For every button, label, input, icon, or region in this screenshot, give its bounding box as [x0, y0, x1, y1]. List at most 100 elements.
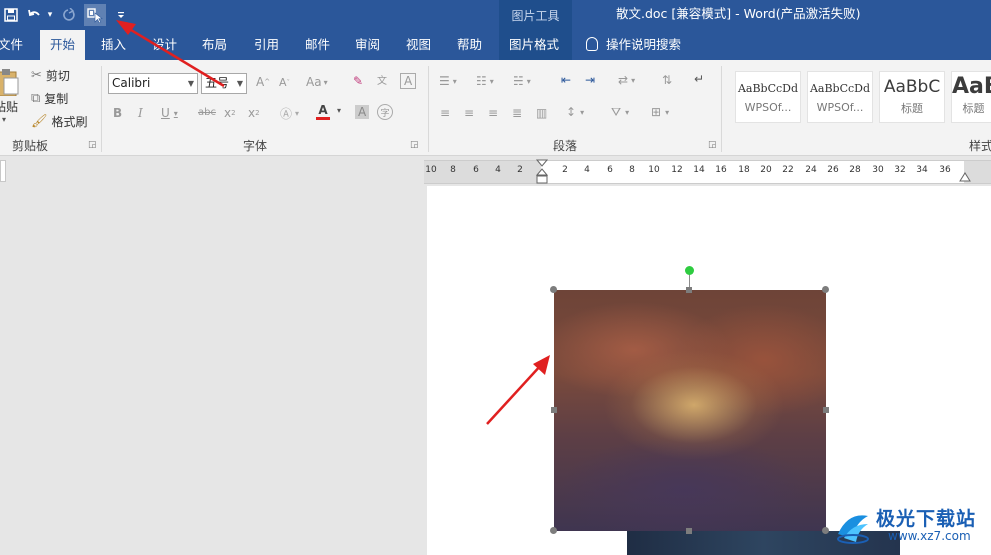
indent-marker-icon[interactable] [536, 159, 548, 185]
resize-handle-right[interactable] [823, 407, 829, 413]
font-launcher-icon[interactable]: ◲ [410, 140, 419, 150]
quick-access-toolbar: ▾ [0, 0, 136, 30]
resize-handle-bottom[interactable] [686, 528, 692, 534]
style-item[interactable]: AaBbCcDd WPSOf... [735, 71, 801, 123]
resize-handle-left[interactable] [551, 407, 557, 413]
font-color-dropdown-icon[interactable]: ▾ [337, 106, 341, 115]
tell-me-search[interactable]: 操作说明搜索 [586, 30, 681, 60]
superscript-icon[interactable]: x2 [248, 106, 260, 120]
tab-design[interactable]: 设计 [152, 30, 177, 60]
tab-home[interactable]: 开始 [40, 30, 86, 61]
title-bar: ▾ 图片工具 散文.doc [兼容模式] - Word(产品激活失败) [0, 0, 991, 30]
tab-layout[interactable]: 布局 [202, 30, 227, 60]
ruler-tick: 8 [450, 165, 456, 175]
chinese-layout-icon[interactable]: ⇄ ▾ [618, 73, 635, 87]
undo-icon[interactable] [26, 4, 42, 26]
align-center-icon[interactable]: ≡ [464, 106, 474, 120]
style-item[interactable]: AaBbCcDd WPSOf... [807, 71, 873, 123]
change-case-icon[interactable]: Aa ▾ [306, 75, 328, 89]
tab-picture-format[interactable]: 图片格式 [499, 30, 572, 60]
character-border-icon[interactable]: A [400, 73, 417, 89]
style-item[interactable]: AaBbC 标题 [879, 71, 945, 123]
cut-label: 剪切 [45, 69, 70, 83]
increase-indent-icon[interactable]: ⇥ [585, 73, 595, 87]
resize-handle-top-right[interactable] [822, 286, 829, 293]
ribbon-tab-bar: 文件 开始 插入 设计 布局 引用 邮件 审阅 视图 帮助 图片格式 操作说明搜… [0, 30, 991, 61]
subscript-icon[interactable]: x2 [224, 106, 236, 120]
decrease-indent-icon[interactable]: ⇤ [561, 73, 571, 87]
tab-review[interactable]: 审阅 [355, 30, 380, 60]
phonetic-guide-icon[interactable]: 文 [377, 72, 387, 87]
style-name: WPSOf... [816, 101, 864, 114]
multilevel-list-icon[interactable]: ☵ ▾ [513, 74, 531, 88]
watermark-brand: 极光下载站 [876, 508, 977, 530]
autumn-leaves-photo[interactable] [554, 290, 826, 531]
resize-handle-bottom-left[interactable] [550, 527, 557, 534]
group-separator [428, 66, 429, 152]
italic-icon[interactable]: I [138, 106, 143, 120]
shrink-font-icon[interactable]: Aˇ [279, 76, 290, 89]
clear-formatting-icon[interactable]: ✎ [353, 74, 363, 88]
ruler-tick: 10 [648, 165, 660, 175]
resize-handle-top-left[interactable] [550, 286, 557, 293]
rotate-handle[interactable] [685, 266, 694, 275]
ruler-tick: 16 [715, 165, 727, 175]
style-preview: AaBbCcDd [809, 82, 871, 95]
redo-icon[interactable] [58, 4, 80, 26]
paste-label: 粘贴 [0, 100, 19, 114]
font-group-label: 字体 [243, 139, 268, 153]
paragraph-shading-icon[interactable]: ⛛ ▾ [611, 105, 629, 120]
paste-dropdown-icon[interactable]: ▾ [2, 115, 6, 124]
tab-insert[interactable]: 插入 [101, 30, 126, 60]
group-separator [721, 66, 722, 152]
tell-me-label: 操作说明搜索 [606, 37, 682, 52]
tab-file[interactable]: 文件 [0, 30, 23, 60]
horizontal-ruler[interactable]: 10 8 6 4 2 2 4 6 8 10 12 14 16 18 20 22 … [424, 159, 991, 185]
tab-view[interactable]: 视图 [406, 30, 431, 60]
font-size-combo[interactable]: 五号 ▼ [201, 73, 247, 94]
paste-button[interactable]: 粘贴 ▾ [0, 68, 20, 124]
picture-tools-context-label: 图片工具 [499, 0, 572, 30]
grow-font-icon[interactable]: A ^ [256, 75, 270, 89]
tab-help[interactable]: 帮助 [457, 30, 482, 60]
ruler-tick: 8 [629, 165, 635, 175]
font-color-button[interactable]: A [316, 104, 330, 120]
distributed-icon[interactable]: ▥ [536, 106, 547, 120]
sort-icon[interactable]: ⇅ [662, 73, 672, 87]
text-effects-icon[interactable]: Ⓐ ▾ [280, 105, 299, 122]
enclose-characters-icon[interactable]: 字 [377, 104, 393, 120]
copy-button[interactable]: ⧉ 复制 [31, 90, 68, 107]
resize-handle-top[interactable] [686, 287, 692, 293]
save-icon[interactable] [0, 4, 22, 26]
bold-icon[interactable]: B [113, 106, 122, 120]
ruler-tick: 12 [671, 165, 683, 175]
borders-icon[interactable]: ⊞ ▾ [651, 105, 669, 119]
align-left-icon[interactable]: ≡ [440, 106, 450, 120]
select-objects-icon[interactable] [84, 4, 106, 26]
undo-dropdown-icon[interactable]: ▾ [46, 4, 54, 26]
customize-qat-icon[interactable] [110, 4, 132, 26]
selected-picture[interactable] [554, 290, 826, 531]
font-name-combo[interactable]: Calibri ▼ [108, 73, 198, 94]
paragraph-launcher-icon[interactable]: ◲ [708, 140, 717, 150]
ruler-tick: 18 [738, 165, 750, 175]
bullets-icon[interactable]: ☰ ▾ [439, 74, 457, 88]
clipboard-launcher-icon[interactable]: ◲ [88, 140, 97, 150]
tab-mailings[interactable]: 邮件 [305, 30, 330, 60]
tab-references[interactable]: 引用 [254, 30, 279, 60]
right-indent-marker-icon[interactable] [959, 169, 971, 183]
line-spacing-icon[interactable]: ↕ ▾ [566, 105, 584, 119]
ruler-tick: 10 [425, 165, 437, 175]
underline-icon[interactable]: U ▾ [161, 106, 178, 120]
strikethrough-icon[interactable]: abc [198, 107, 216, 118]
cut-button[interactable]: ✂ 剪切 [31, 67, 70, 84]
justify-icon[interactable]: ≣ [512, 106, 522, 120]
character-shading-icon[interactable]: A [355, 105, 370, 119]
numbering-icon[interactable]: ☷ ▾ [476, 74, 494, 88]
ruler-tick: 30 [872, 165, 884, 175]
style-item[interactable]: AaB 标题 [951, 71, 991, 123]
align-right-icon[interactable]: ≡ [488, 106, 498, 120]
style-name: 标题 [962, 102, 985, 115]
format-painter-button[interactable]: 🖌 格式刷 [31, 113, 88, 130]
show-formatting-marks-icon[interactable]: ↵ [694, 72, 704, 86]
